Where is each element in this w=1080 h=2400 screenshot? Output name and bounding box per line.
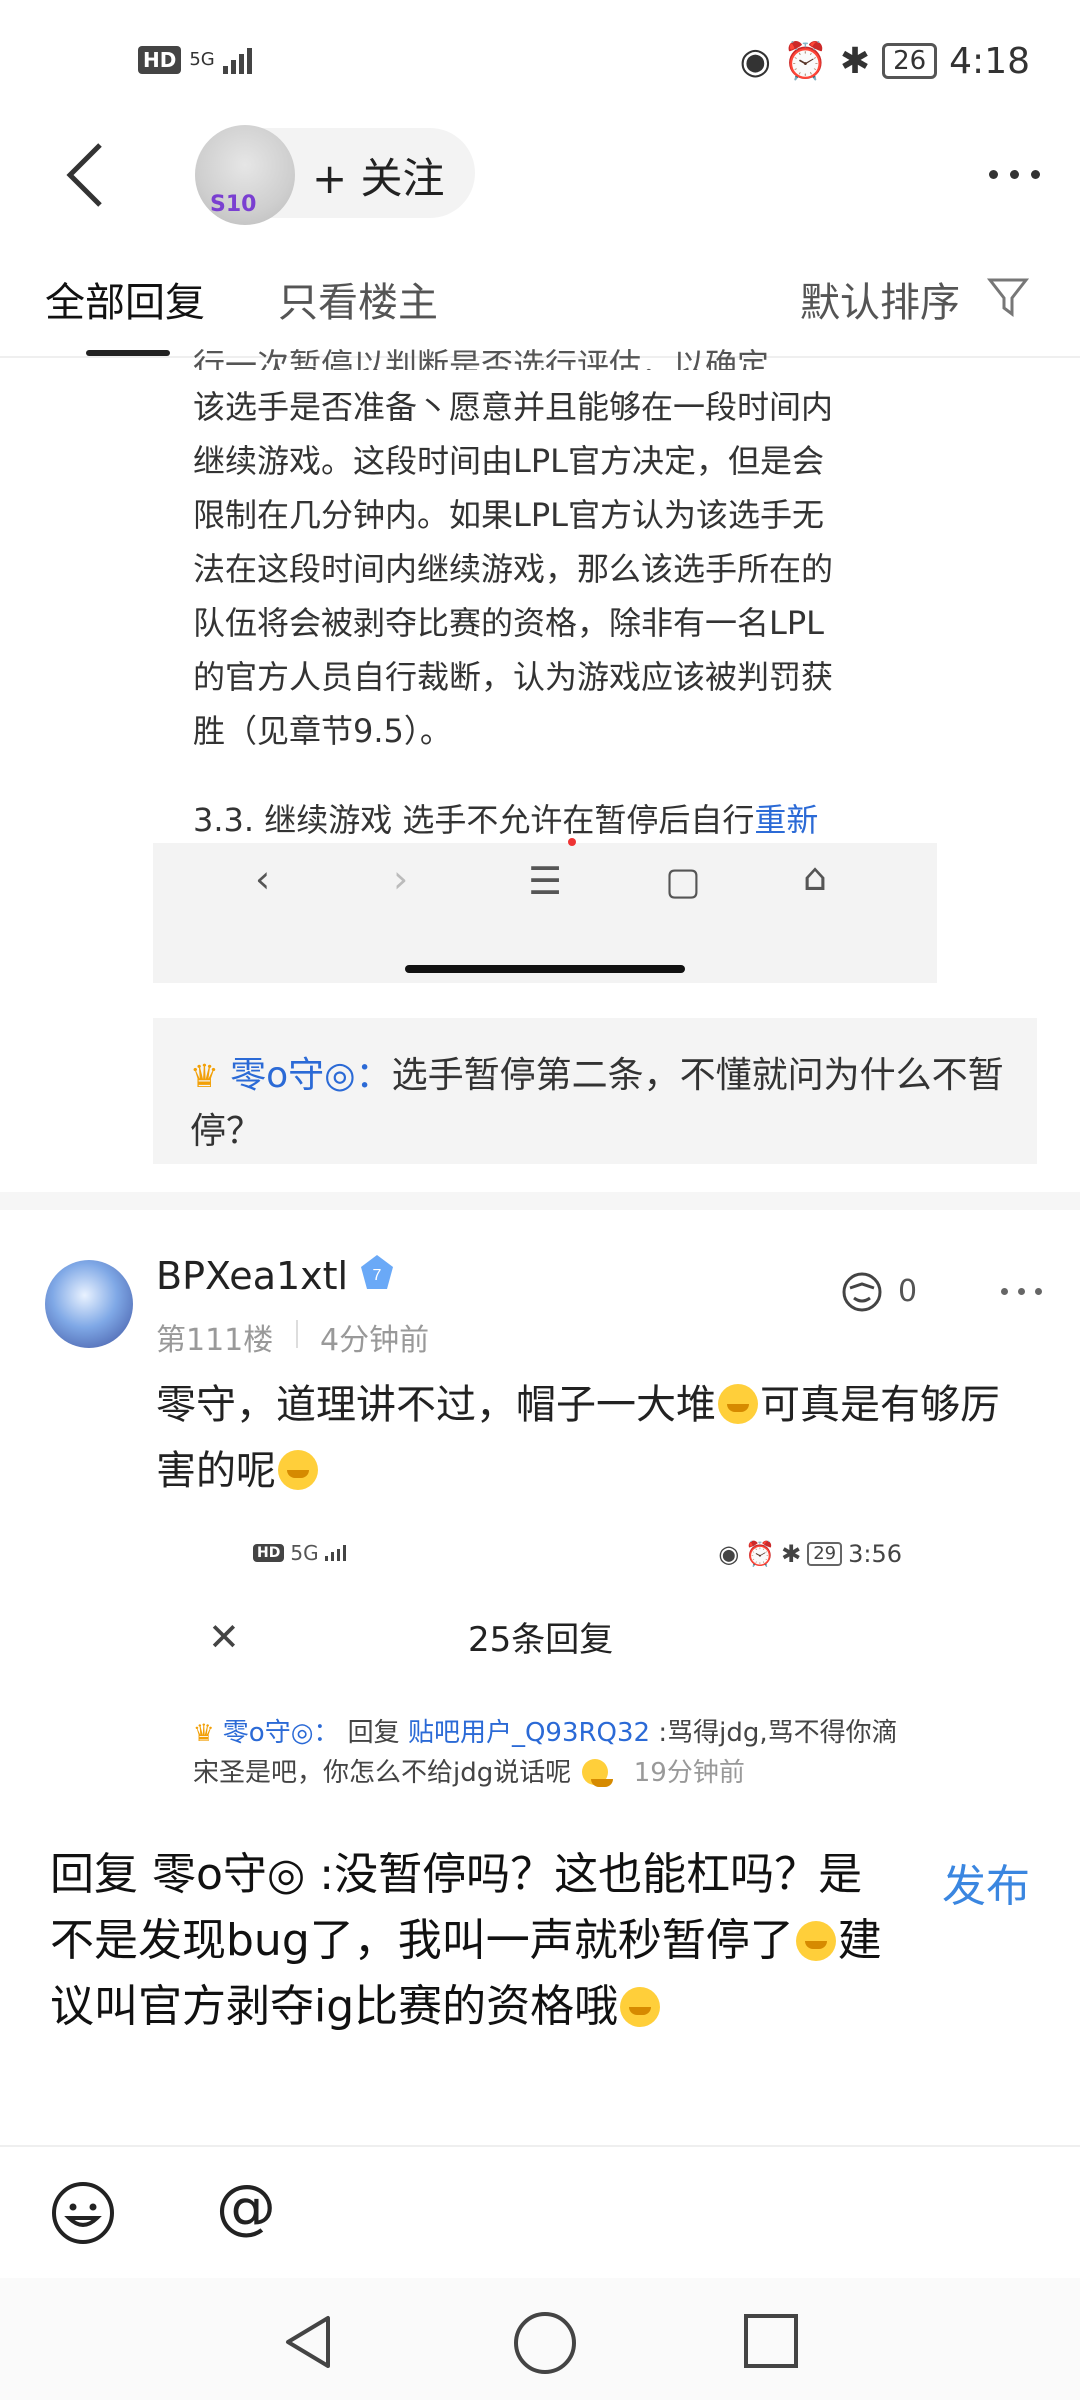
rule-next-text: 3.3. 继续游戏 选手不允许在暂停后自行 — [193, 801, 755, 839]
smile-emoji-icon — [620, 1987, 661, 2027]
inner-reply-time: 19分钟前 — [633, 1758, 745, 1788]
back-arrow-icon[interactable] — [60, 140, 120, 210]
tab-owner-only[interactable]: 只看楼主 — [278, 270, 438, 328]
crown-icon: ♛ — [190, 1057, 219, 1095]
embedded-forward-icon: › — [393, 857, 409, 901]
post-content: 零守，道理讲不过，帽子一大堆 可真是有够厉害的呢 — [156, 1372, 1036, 1504]
reply-text-1: 回复 零o守◎ :没暂停吗？这也能杠吗？是不是发现bug了，我叫一声就秒暂停了 — [50, 1849, 863, 1966]
inner-battery: 29 — [807, 1542, 843, 1566]
network-type: 5G — [189, 49, 215, 70]
quoted-reply-text: ♛ 零o守◎：选手暂停第二条，不懂就问为什么不暂停？ — [190, 1048, 1010, 1160]
post-time: 4分钟前 — [320, 1323, 430, 1358]
clock: 4:18 — [949, 40, 1030, 82]
meta-separator — [296, 1320, 298, 1348]
section-divider — [0, 1192, 1080, 1210]
bluetooth-icon: ✱ — [839, 40, 871, 82]
inner-reply-count: 25条回复 — [468, 1620, 614, 1660]
inner-reply-user: 零o守◎： — [222, 1718, 340, 1748]
hd-indicator: HD — [138, 46, 182, 74]
rule-line: 限制在几分钟内。如果LPL官方认为该选手无 — [193, 496, 824, 534]
embedded-home-icon: ⌂ — [803, 855, 828, 899]
inner-hd-indicator: HD — [253, 1544, 285, 1562]
rule-next-link: 重新 — [754, 801, 819, 839]
level-number: 7 — [373, 1267, 382, 1284]
alarm-icon: ⏰ — [783, 41, 828, 82]
embedded-tabs-icon: ▢ — [665, 859, 701, 903]
sort-dropdown[interactable]: 默认排序 — [800, 270, 960, 328]
smile-emoji-icon — [718, 1384, 758, 1424]
rule-line: 法在这段时间内继续游戏，那么该选手所在的 — [193, 550, 834, 588]
user-avatar[interactable] — [45, 1260, 133, 1348]
status-bar-left: HD 5G — [138, 46, 252, 74]
rule-line: 的官方人员自行裁断，认为游戏应该被判罚获 — [193, 658, 834, 696]
post-text-1: 零守，道理讲不过，帽子一大堆 — [156, 1382, 716, 1428]
like-icon[interactable] — [838, 1268, 886, 1316]
quoted-username[interactable]: 零o守◎： — [230, 1055, 391, 1096]
inner-reply-prefix: 回复 — [347, 1718, 400, 1748]
inner-crown-icon: ♛ — [193, 1719, 215, 1747]
embedded-menu-icon: ☰ — [528, 859, 563, 903]
like-count: 0 — [898, 1274, 918, 1309]
publish-button[interactable]: 发布 — [942, 1850, 1030, 1914]
filter-icon[interactable] — [986, 274, 1030, 318]
inner-status-right: ◉ ⏰ ✱ 29 3:56 — [718, 1540, 902, 1568]
inner-network: 5G — [290, 1541, 319, 1565]
rule-cut-line: 行一次暂停以判断是否选行评估，以确定 — [193, 346, 770, 370]
inner-eye-icon: ◉ — [718, 1540, 740, 1568]
inner-clock: 3:56 — [848, 1540, 902, 1568]
smile-emoji-icon — [795, 1921, 836, 1961]
system-recents-icon[interactable] — [744, 2314, 798, 2368]
rule-line: 胜（见章节9.5）。 — [193, 712, 452, 750]
inner-signal-icon — [324, 1545, 346, 1561]
smile-emoji-icon — [278, 1450, 318, 1490]
rule-line: 继续游戏。这段时间由LPL官方决定，但是会 — [193, 442, 824, 480]
embedded-browser-nav: ‹ › ☰ ▢ ⌂ — [153, 843, 937, 983]
inner-status-left: HD 5G — [253, 1541, 346, 1565]
embedded-gesture-handle — [405, 965, 685, 973]
rule-text: 该选手是否准备丶愿意并且能够在一段时间内 继续游戏。这段时间由LPL官方决定，但… — [193, 380, 913, 758]
emoji-picker-icon[interactable] — [50, 2180, 116, 2246]
inner-close-icon: ✕ — [208, 1615, 240, 1659]
system-back-icon[interactable] — [280, 2312, 340, 2372]
tab-all-replies[interactable]: 全部回复 — [45, 270, 205, 328]
inner-emoji-icon — [581, 1759, 613, 1787]
toolbar-divider — [0, 2145, 1080, 2147]
avatar-badge: S10 — [210, 192, 257, 217]
rule-line: 队伍将会被剥夺比赛的资格，除非有一名LPL — [193, 604, 824, 642]
follow-button[interactable]: + 关注 — [312, 145, 445, 206]
floor-number: 第111楼 — [156, 1323, 274, 1358]
post-more-icon[interactable] — [1001, 1288, 1042, 1295]
rule-line: 该选手是否准备丶愿意并且能够在一段时间内 — [193, 388, 834, 426]
signal-icon — [222, 46, 252, 74]
status-bar-right: ◉ ⏰ ✱ 26 4:18 — [739, 40, 1030, 83]
battery-indicator: 26 — [882, 43, 938, 79]
inner-reply-text: ♛ 零o守◎： 回复 贴吧用户_Q93RQ32 :骂得jdg,骂不得你滴宋圣是吧… — [193, 1713, 913, 1793]
inner-reply-target: 贴吧用户_Q93RQ32 — [407, 1718, 651, 1748]
inner-bluetooth-icon: ✱ — [781, 1540, 802, 1568]
notification-dot — [568, 838, 576, 846]
eye-icon: ◉ — [739, 40, 772, 82]
reply-input[interactable]: 回复 零o守◎ :没暂停吗？这也能杠吗？是不是发现bug了，我叫一声就秒暂停了建… — [50, 1842, 890, 2040]
system-home-icon[interactable] — [514, 2312, 576, 2374]
more-options-icon[interactable] — [989, 170, 1040, 179]
mention-button[interactable]: @ — [216, 2172, 276, 2242]
inner-alarm-icon: ⏰ — [745, 1540, 776, 1568]
rule-next-line: 3.3. 继续游戏 选手不允许在暂停后自行重新 — [193, 795, 933, 841]
username[interactable]: BPXea1xtl — [156, 1254, 348, 1298]
level-badge-icon: 7 — [361, 1255, 393, 1289]
embedded-back-icon: ‹ — [255, 857, 271, 901]
